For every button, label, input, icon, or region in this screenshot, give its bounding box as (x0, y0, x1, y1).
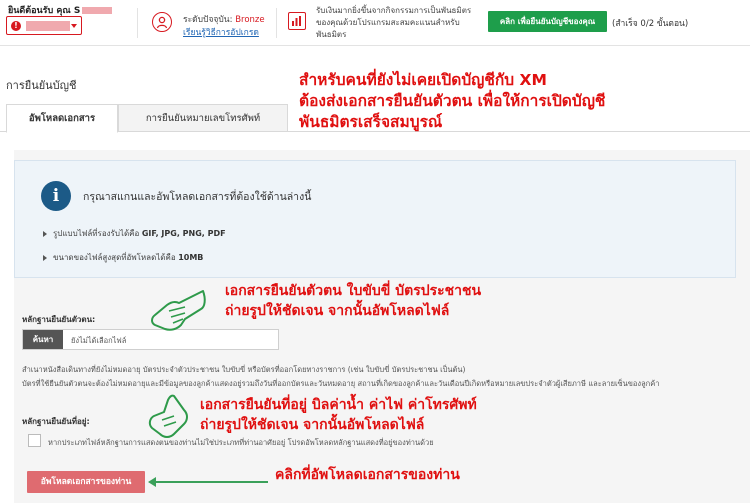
chevron-right-icon (43, 254, 47, 261)
account-select[interactable]: ! (6, 16, 82, 35)
partner-program-text: รับเงินมากยิ่งขึ้นจากกิจกรรมการเป็นพันธม… (316, 6, 472, 39)
id-proof-label: หลักฐานยืนยันตัวตน: (22, 315, 96, 324)
formats-value: GIF, JPG, PNG, PDF (141, 229, 226, 238)
info-title: กรุณาสแกนและอัพโหลดเอกสารที่ต้องใช้ด้านล… (83, 191, 312, 203)
redacted-account-number (26, 21, 70, 31)
address-checkbox-label: หากประเภทไฟล์หลักฐานการแสดงตนของท่านไม่ใ… (48, 438, 434, 447)
upload-documents-button[interactable]: อัพโหลดเอกสารของท่าน (27, 471, 145, 493)
annotation-intro: สำหรับคนที่ยังไม่เคยเปิดบัญชีกับ XM ต้อง… (299, 70, 605, 133)
address-checkbox[interactable] (28, 434, 41, 447)
annotation-line: เอกสารยืนยันที่อยู่ บิลค่าน้ำ ค่าไฟ ค่าโ… (200, 397, 477, 413)
alert-icon: ! (11, 21, 21, 31)
browse-button[interactable]: ค้นหา (23, 330, 63, 349)
pointing-hand-icon (148, 394, 188, 438)
verification-progress: (สำเร็จ 0/2 ขั้นตอน) (612, 19, 689, 29)
status-label-text: ระดับปัจจุบัน: (183, 15, 233, 25)
user-status-icon (152, 12, 172, 32)
address-proof-label: หลักฐานยืนยันที่อยู่: (22, 417, 90, 426)
status-label: ระดับปัจจุบัน: Bronze (183, 12, 265, 26)
arrow-left-icon (148, 477, 156, 487)
id-proof-note: สำเนาหนังสือเดินทางที่ยังไม่หมดอายุ บัตร… (22, 365, 466, 374)
annotation-line: ถ่ายรูปให้ชัดเจน จากนั้นอัพโหลดไฟล์ (225, 303, 450, 319)
divider (137, 8, 138, 38)
divider (276, 8, 277, 38)
tab-upload-documents[interactable]: อัพโหลดเอกสาร (6, 104, 118, 133)
file-formats-line: รูปแบบไฟล์ที่รองรับได้คือ GIF, JPG, PNG,… (43, 227, 226, 240)
annotation-line: ต้องส่งเอกสารยืนยันตัวตน เพื่อให้การเปิด… (299, 92, 606, 110)
id-proof-requirements: บัตรที่ใช้ยืนยันตัวตนจะต้องไม่หมดอายุและ… (22, 379, 660, 388)
annotation-line: เอกสารยืนยันตัวตน ใบขับขี่ บัตรประชาชน (225, 283, 482, 299)
size-prefix: ขนาดของไฟล์สูงสุดที่อัพโหลดได้คือ (53, 253, 179, 262)
annotation-line: ถ่ายรูปให้ชัดเจน จากนั้นอัพโหลดไฟล์ (200, 417, 425, 433)
arrow-line (150, 481, 268, 483)
formats-prefix: รูปแบบไฟล์ที่รองรับได้คือ (53, 229, 142, 238)
annotation-id-proof: เอกสารยืนยันตัวตน ใบขับขี่ บัตรประชาชน ถ… (225, 281, 481, 321)
verify-account-button[interactable]: คลิก เพื่อยืนยันบัญชีของคุณ (488, 11, 607, 32)
annotation-line: สำหรับคนที่ยังไม่เคยเปิดบัญชีกับ XM (299, 71, 547, 89)
info-box: i กรุณาสแกนและอัพโหลดเอกสารที่ต้องใช้ด้า… (14, 160, 736, 278)
pointing-hand-icon (151, 290, 206, 331)
info-icon: i (41, 181, 71, 211)
max-size-line: ขนาดของไฟล์สูงสุดที่อัพโหลดได้คือ 10MB (43, 251, 203, 264)
chevron-right-icon (43, 230, 47, 237)
annotation-line: พันธมิตรเสร็จสมบูรณ์ (299, 113, 443, 131)
welcome-label: ยินดีต้อนรับ คุณ S (8, 6, 81, 16)
welcome-text: ยินดีต้อนรับ คุณ S (8, 3, 113, 17)
page-title: การยืนยันบัญชี (6, 79, 77, 92)
top-bar: ยินดีต้อนรับ คุณ S ! ระดับปัจจุบัน: Bron… (0, 0, 750, 46)
size-value: 10MB (178, 253, 204, 262)
file-placeholder: ยังไม่ได้เลือกไฟล์ (71, 336, 127, 345)
status-value: Bronze (235, 15, 265, 25)
upgrade-link[interactable]: เรียนรู้วิธีการอัปเกรด (183, 25, 259, 39)
chevron-down-icon (71, 24, 77, 28)
annotation-click-upload: คลิกที่อัพโหลดเอกสารของท่าน (275, 467, 460, 483)
bar-chart-icon (288, 12, 306, 30)
annotation-address-proof: เอกสารยืนยันที่อยู่ บิลค่าน้ำ ค่าไฟ ค่าโ… (200, 395, 477, 435)
tab-phone-verification[interactable]: การยืนยันหมายเลขโทรศัพท์ (118, 104, 288, 132)
redacted-name (82, 7, 113, 14)
